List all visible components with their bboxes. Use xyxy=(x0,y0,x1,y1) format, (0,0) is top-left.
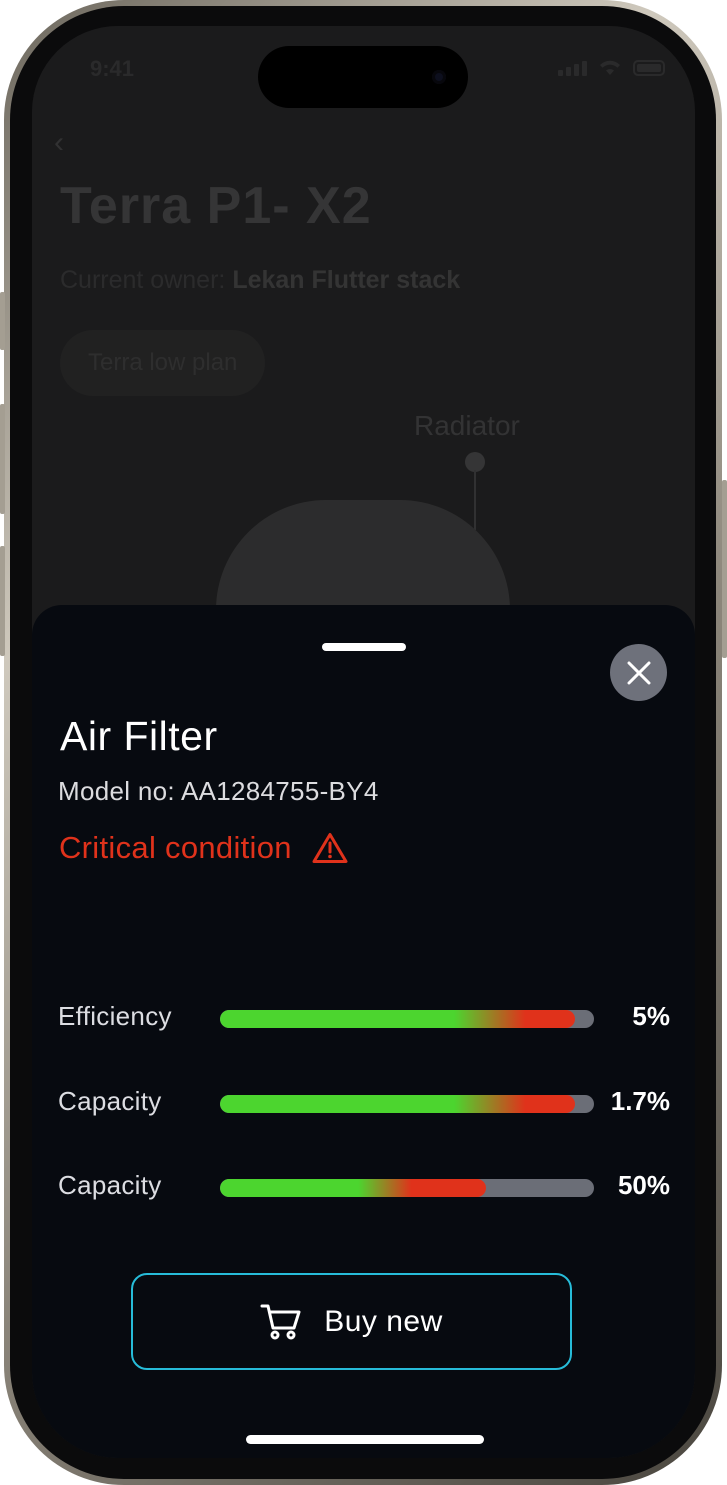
metric-value: 50% xyxy=(617,1170,670,1200)
screen: 9:41 ‹ Terra P1- X2 Current owner: Lekan… xyxy=(32,26,695,1458)
metric-row: Capacity 50% xyxy=(58,1168,670,1208)
volume-down-button xyxy=(0,546,5,656)
metric-value: 5% xyxy=(632,1001,670,1031)
condition-text: Critical condition xyxy=(59,830,292,865)
progress-fill xyxy=(220,1010,576,1028)
close-icon xyxy=(627,661,650,684)
metric-value: 1.7% xyxy=(610,1086,670,1116)
sheet-title: Air Filter xyxy=(60,713,218,759)
sheet-grabber[interactable] xyxy=(322,643,406,651)
progress-fill xyxy=(220,1179,486,1197)
front-camera xyxy=(432,70,446,84)
progress-track xyxy=(220,1095,594,1113)
air-filter-sheet: Air Filter Model no: AA1284755-BY4 Criti… xyxy=(32,605,695,1458)
dynamic-island xyxy=(258,46,468,108)
progress-fill xyxy=(220,1095,576,1113)
metric-label: Efficiency xyxy=(58,1001,172,1031)
metric-row: Efficiency 5% xyxy=(58,999,670,1039)
home-indicator[interactable] xyxy=(246,1435,484,1444)
metric-label: Capacity xyxy=(58,1170,162,1200)
buy-new-button[interactable]: Buy new xyxy=(131,1273,572,1370)
progress-track xyxy=(220,1010,594,1028)
metric-row: Capacity 1.7% xyxy=(58,1084,670,1124)
volume-up-button xyxy=(0,404,5,514)
condition-status: Critical condition xyxy=(59,830,348,866)
warning-icon xyxy=(312,833,348,863)
metric-label: Capacity xyxy=(58,1086,162,1116)
progress-track xyxy=(220,1179,594,1197)
action-button xyxy=(0,292,5,350)
cart-icon xyxy=(260,1304,301,1339)
model-number: Model no: AA1284755-BY4 xyxy=(58,776,379,806)
power-button xyxy=(722,480,727,658)
close-button[interactable] xyxy=(610,644,667,701)
buy-new-label: Buy new xyxy=(324,1304,443,1338)
